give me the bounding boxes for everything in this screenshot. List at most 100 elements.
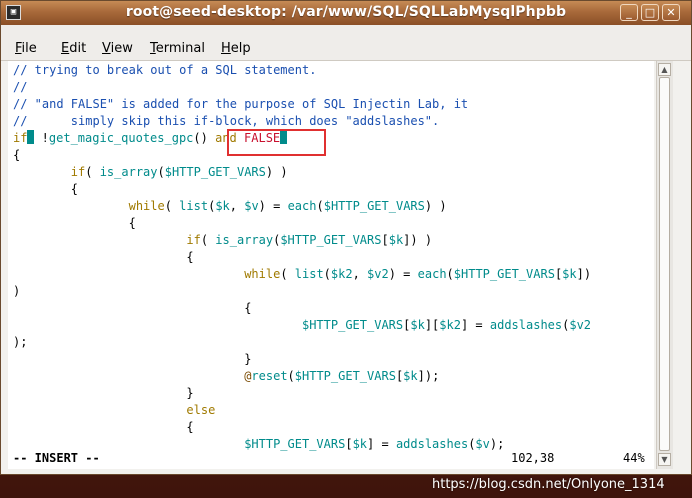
code-line: while( list($k2, $v2) = each($HTTP_GET_V… — [13, 266, 591, 283]
close-button[interactable]: ✕ — [662, 4, 680, 21]
code-token: $k2 — [330, 267, 353, 281]
code-token: @ — [13, 369, 252, 383]
code-token: , — [229, 199, 245, 213]
code-line: ); — [13, 335, 28, 349]
title-bar[interactable]: ▣ root@seed-desktop: /var/www/SQL/SQLLab… — [1, 1, 691, 25]
code-line: { — [13, 182, 79, 196]
code-token: while — [13, 199, 165, 213]
code-line: { — [13, 250, 194, 264]
code-line: // simply skip this if-block, which does… — [13, 114, 440, 128]
code-token: ) ) — [424, 199, 447, 213]
code-line: { — [13, 216, 136, 230]
code-line: if( is_array($HTTP_GET_VARS[$k]) ) — [13, 232, 432, 249]
code-token: $HTTP_GET_VARS — [280, 233, 382, 247]
code-token: [ — [345, 437, 353, 451]
code-token: ]); — [417, 369, 440, 383]
code-token: $k — [388, 233, 404, 247]
code-token: $HTTP_GET_VARS — [301, 318, 404, 332]
scroll-percent: 44% — [623, 451, 645, 465]
menu-file[interactable]: File — [15, 41, 37, 56]
code-line: @reset($HTTP_GET_VARS[$k]); — [13, 368, 439, 385]
code-line: ) — [13, 284, 21, 298]
mode-indicator: -- INSERT -- — [13, 451, 100, 465]
code-token: [ — [381, 233, 389, 247]
code-token: () — [193, 131, 216, 145]
code-line: { — [13, 148, 21, 162]
menu-help-mnemonic: H — [221, 41, 231, 56]
terminal-window: ▣ root@seed-desktop: /var/www/SQL/SQLLab… — [0, 0, 692, 475]
code-token: $k — [352, 437, 368, 451]
code-line: } — [13, 352, 252, 366]
menu-view[interactable]: View — [102, 41, 133, 56]
code-token: ( — [287, 369, 295, 383]
code-line: // "and FALSE" is added for the purpose … — [13, 97, 469, 111]
code-token: ] = — [367, 437, 396, 451]
code-token: $k — [215, 199, 230, 213]
code-line: while( list($k, $v) = each($HTTP_GET_VAR… — [13, 198, 447, 215]
code-token: reset — [251, 369, 288, 383]
watermark-url: https://blog.csdn.net/Onlyone_1314 — [432, 477, 665, 492]
code-token: $HTTP_GET_VARS — [453, 267, 555, 281]
code-token: is_array — [215, 233, 274, 247]
code-token: get_magic_quotes_gpc — [48, 131, 194, 145]
code-token: list — [179, 199, 209, 213]
maximize-button[interactable]: □ — [641, 4, 659, 21]
code-token: ( — [446, 267, 454, 281]
menu-terminal[interactable]: Terminal — [150, 41, 205, 56]
code-token: $v2 — [367, 267, 389, 281]
vertical-scrollbar[interactable]: ▲ ▼ — [656, 61, 673, 469]
menu-help-label: elp — [230, 41, 251, 56]
code-token: , — [352, 267, 368, 281]
code-token: ]) ) — [403, 233, 433, 247]
code-token: ) ) — [265, 165, 288, 179]
code-token: $HTTP_GET_VARS — [323, 199, 425, 213]
terminal-text-area[interactable]: // trying to break out of a SQL statemen… — [8, 61, 654, 469]
scroll-down-icon[interactable]: ▼ — [658, 453, 671, 466]
menu-edit[interactable]: Edit — [61, 41, 86, 56]
code-token: ( — [200, 233, 216, 247]
code-token: is_array — [99, 165, 158, 179]
code-token: if — [13, 233, 201, 247]
menu-edit-label: dit — [69, 41, 87, 56]
code-line: { — [13, 420, 194, 434]
code-token: addslashes — [489, 318, 563, 332]
code-line: // trying to break out of a SQL statemen… — [13, 63, 317, 77]
scroll-track[interactable] — [659, 77, 670, 451]
code-token: ( — [316, 199, 324, 213]
menu-view-mnemonic: V — [102, 41, 111, 56]
menu-help[interactable]: Help — [221, 41, 251, 56]
code-token: if — [13, 165, 86, 179]
code-token: $k2 — [439, 318, 461, 332]
annotation-highlight-box — [227, 129, 326, 156]
menu-file-label: ile — [21, 41, 37, 56]
cursor-position: 102,38 — [511, 451, 555, 465]
code-token: ( — [85, 165, 100, 179]
menu-edit-mnemonic: E — [61, 41, 70, 56]
menu-view-label: iew — [110, 41, 133, 56]
code-token: ]) — [576, 267, 592, 281]
code-token: $k — [403, 369, 418, 383]
code-line: } — [13, 386, 194, 400]
code-token: $HTTP_GET_VARS — [294, 369, 396, 383]
menu-bar: File Edit View Terminal Help — [1, 25, 691, 61]
code-token: ( — [157, 165, 165, 179]
minimize-button[interactable]: _ — [620, 4, 638, 21]
code-token: each — [417, 267, 447, 281]
code-line: else — [13, 403, 216, 417]
scroll-up-icon[interactable]: ▲ — [658, 63, 671, 76]
code-token: $k — [410, 318, 425, 332]
menu-terminal-label: erminal — [155, 41, 205, 56]
code-token: ( — [280, 267, 295, 281]
code-line: { — [13, 301, 252, 315]
code-token: ) = — [258, 199, 288, 213]
code-token: while — [13, 267, 281, 281]
code-token: each — [287, 199, 317, 213]
code-token: $v — [475, 437, 490, 451]
code-token: if — [13, 131, 28, 145]
code-token: ( — [323, 267, 331, 281]
code-token: ( — [164, 199, 180, 213]
code-token: ! — [34, 131, 49, 145]
code-token: list — [294, 267, 324, 281]
